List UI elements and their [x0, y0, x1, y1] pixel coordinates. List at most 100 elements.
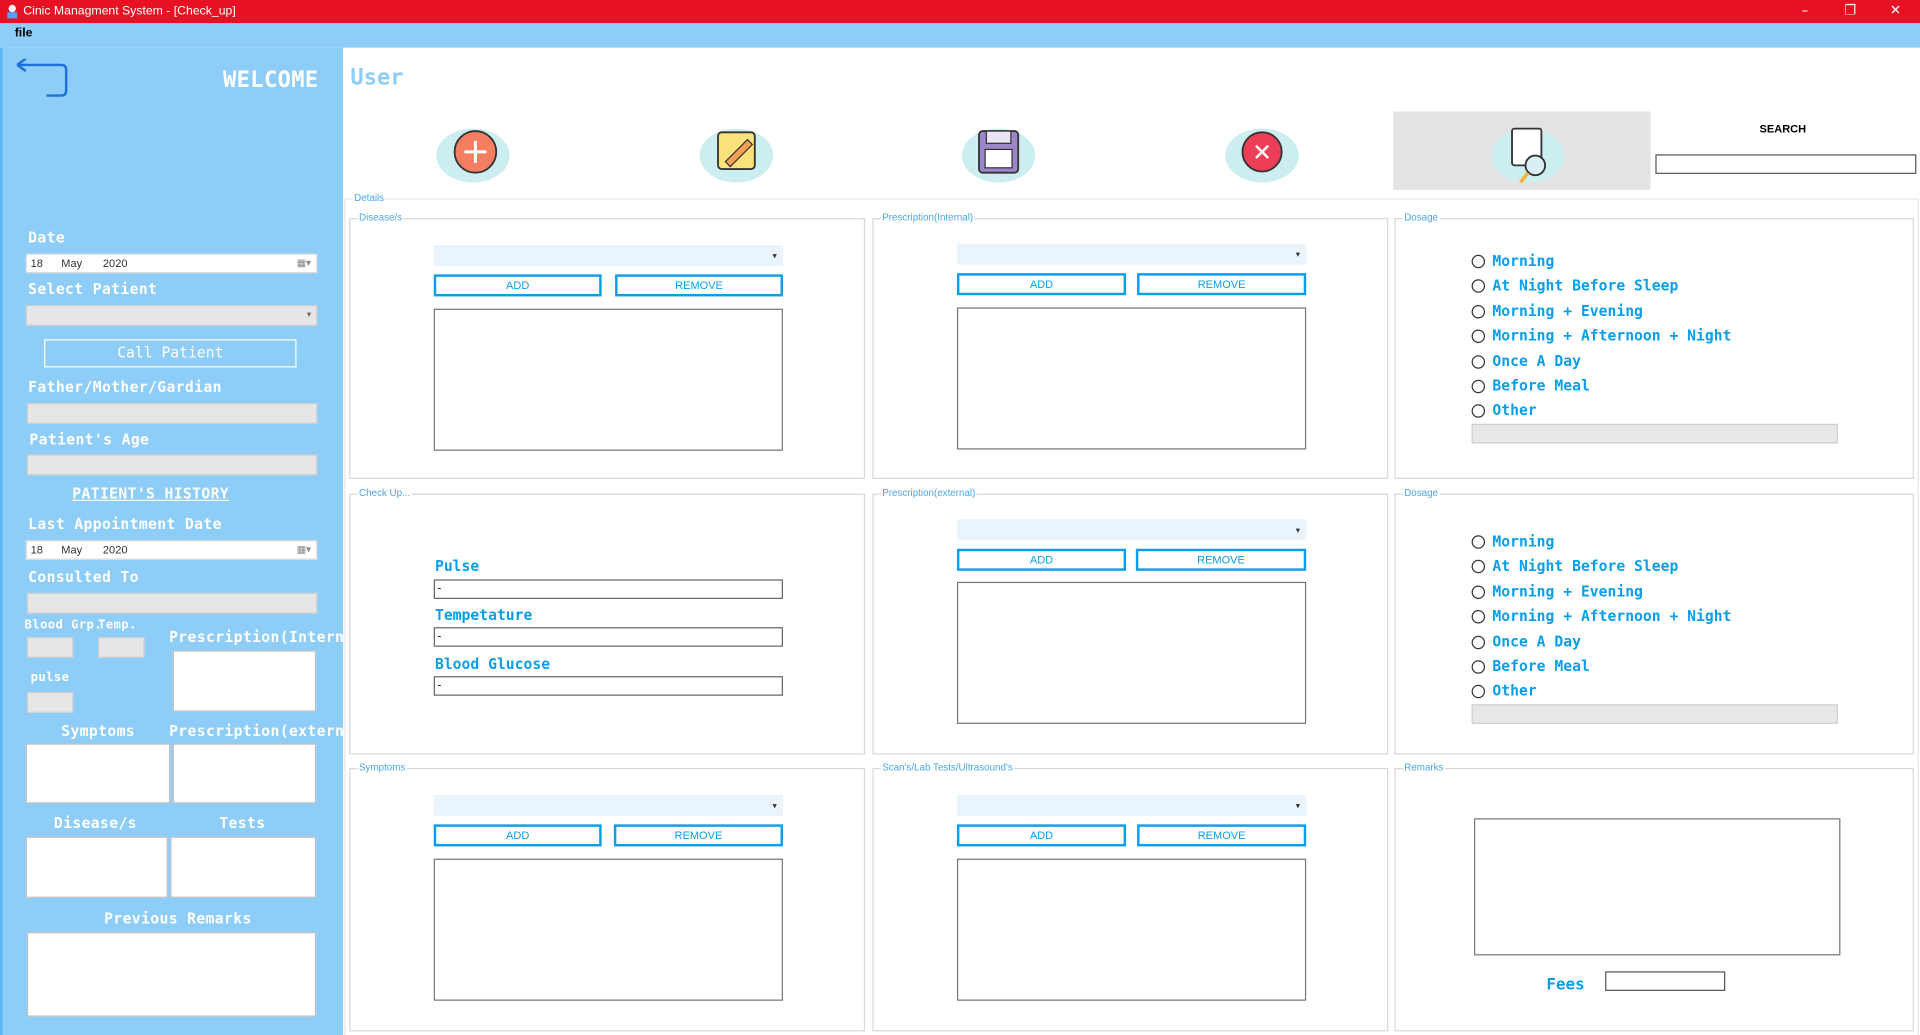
dosage2-option-before-meal[interactable]: Before Meal	[1471, 655, 1590, 677]
chevron-down-icon: ▾	[772, 251, 777, 261]
glucose-input[interactable]: -	[433, 676, 783, 696]
consulted-field[interactable]	[26, 592, 318, 614]
last-date-day: 18	[30, 543, 43, 557]
prescription-external-box[interactable]	[172, 743, 317, 804]
dosage1-option-before-meal[interactable]: Before Meal	[1471, 375, 1590, 397]
last-date-month: May	[61, 543, 83, 557]
dosage1-other-input[interactable]	[1471, 423, 1838, 444]
age-field[interactable]	[26, 454, 318, 476]
scans-remove-button[interactable]: REMOVE	[1137, 824, 1307, 847]
guardian-field[interactable]	[26, 402, 318, 424]
radio-icon	[1471, 534, 1486, 549]
prescription-internal-box[interactable]	[172, 650, 317, 712]
dosage1-option-three-times[interactable]: Morning + Afternoon + Night	[1471, 325, 1731, 347]
tests-box[interactable]	[170, 836, 317, 898]
prescription-external-list[interactable]	[956, 581, 1307, 724]
remarks-group-title: Remarks	[1402, 761, 1445, 775]
menu-file[interactable]: file	[15, 27, 33, 40]
last-appointment-date[interactable]: 18 May 2020 ▦▾	[25, 540, 318, 560]
scans-dropdown[interactable]: ▾	[956, 794, 1307, 816]
symptoms-remove-button[interactable]: REMOVE	[613, 824, 783, 847]
dosage1-option-morning-evening[interactable]: Morning + Evening	[1471, 300, 1643, 322]
date-picker[interactable]: 18 May 2020 ▦▾	[25, 253, 318, 274]
blood-group-field[interactable]	[26, 636, 74, 658]
prescription-internal-label: Prescription(Internal)	[169, 628, 372, 646]
symptoms-list[interactable]	[433, 858, 783, 1001]
dosage2-option-once[interactable]: Once A Day	[1471, 631, 1581, 653]
minimize-button[interactable]: –	[1780, 0, 1829, 23]
prescription-internal-group: Prescription(Internal) ▾ ADD REMOVE	[872, 211, 1389, 479]
checkup-group: Check Up... Pulse - Tempetature - Blood …	[349, 487, 866, 755]
radio-icon	[1471, 379, 1486, 393]
pulse-input[interactable]: -	[433, 579, 783, 599]
option-label: At Night Before Sleep	[1492, 557, 1679, 575]
calendar-icon[interactable]: ▦▾	[294, 257, 314, 270]
scans-add-button[interactable]: ADD	[956, 824, 1127, 847]
menu-bar: file	[0, 23, 1920, 48]
temperature-input[interactable]: -	[433, 627, 783, 647]
option-label: Morning + Evening	[1492, 302, 1643, 320]
dosage2-option-morning[interactable]: Morning	[1471, 530, 1554, 552]
disease-add-button[interactable]: ADD	[433, 274, 602, 297]
prescription-external-remove-button[interactable]: REMOVE	[1135, 548, 1307, 571]
scans-list[interactable]	[956, 858, 1307, 1001]
prescription-internal-list[interactable]	[956, 307, 1307, 450]
chevron-down-icon: ▾	[1295, 249, 1301, 260]
pulse-field[interactable]	[26, 692, 74, 713]
dosage1-option-morning[interactable]: Morning	[1471, 250, 1554, 272]
remarks-box[interactable]	[1474, 818, 1841, 956]
select-patient-dropdown[interactable]: ▾	[25, 305, 318, 326]
radio-icon	[1471, 659, 1486, 674]
prescription-internal-remove-button[interactable]: REMOVE	[1137, 273, 1307, 296]
prescription-internal-dropdown[interactable]: ▾	[956, 243, 1307, 265]
disease-box[interactable]	[25, 836, 168, 898]
checkup-group-title: Check Up...	[357, 487, 412, 500]
symptoms-add-button[interactable]: ADD	[433, 824, 602, 847]
date-month: May	[61, 257, 83, 270]
calendar-icon[interactable]: ▦▾	[294, 544, 314, 557]
add-icon	[436, 128, 510, 183]
disease-remove-button[interactable]: REMOVE	[615, 274, 783, 297]
disease-group: Disease/s ▾ ADD REMOVE	[349, 211, 866, 479]
edit-record-button[interactable]	[687, 111, 785, 192]
temp-field[interactable]	[98, 636, 145, 658]
disease-dropdown[interactable]: ▾	[433, 244, 783, 266]
restore-button[interactable]: ❐	[1826, 0, 1875, 23]
dosage2-option-other[interactable]: Other	[1471, 680, 1537, 702]
main-panel: User SEARCH Details Disease/s ▾ ADD REMO…	[343, 47, 1920, 1035]
chevron-down-icon: ▾	[306, 309, 312, 320]
dosage2-option-night[interactable]: At Night Before Sleep	[1471, 555, 1679, 577]
call-patient-button[interactable]: Call Patient	[44, 339, 297, 368]
fees-input[interactable]	[1605, 971, 1726, 991]
close-button[interactable]: ✕	[1871, 0, 1920, 23]
disease-list[interactable]	[433, 308, 783, 451]
save-record-button[interactable]	[950, 111, 1048, 192]
search-record-button[interactable]	[1393, 111, 1651, 190]
dosage1-option-once[interactable]: Once A Day	[1471, 350, 1581, 372]
symptoms-box[interactable]	[25, 743, 171, 804]
radio-icon	[1471, 609, 1486, 623]
prescription-internal-add-button[interactable]: ADD	[956, 273, 1127, 296]
dosage1-option-other[interactable]: Other	[1471, 399, 1537, 421]
add-record-button[interactable]	[424, 111, 522, 192]
option-label: Once A Day	[1492, 352, 1581, 370]
chevron-down-icon: ▾	[772, 801, 777, 811]
symptoms-dropdown[interactable]: ▾	[433, 794, 783, 816]
last-appointment-label: Last Appointment Date	[28, 515, 222, 533]
dosage1-option-night[interactable]: At Night Before Sleep	[1471, 274, 1678, 296]
option-label: Once A Day	[1492, 633, 1581, 651]
dosage2-other-input[interactable]	[1471, 704, 1838, 724]
delete-record-button[interactable]	[1213, 111, 1311, 192]
dosage-group-1-title: Dosage	[1402, 211, 1440, 225]
radio-icon	[1471, 559, 1486, 573]
back-arrow-icon[interactable]	[12, 58, 68, 101]
prescription-external-add-button[interactable]: ADD	[956, 548, 1127, 571]
radio-icon	[1471, 304, 1486, 318]
user-label: User	[350, 64, 404, 91]
dosage2-option-morning-evening[interactable]: Morning + Evening	[1471, 581, 1643, 603]
radio-icon	[1471, 403, 1486, 418]
dosage2-option-three-times[interactable]: Morning + Afternoon + Night	[1471, 605, 1731, 627]
previous-remarks-box[interactable]	[26, 932, 317, 1017]
search-input[interactable]	[1655, 154, 1917, 174]
prescription-external-dropdown[interactable]: ▾	[956, 519, 1307, 541]
